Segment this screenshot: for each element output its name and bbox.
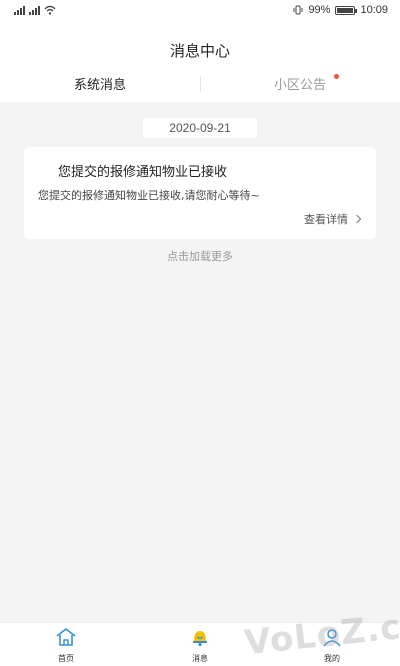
tab-bar: 系统消息 小区公告 [0,74,400,100]
status-bar: 99% 10:09 [0,0,400,22]
message-title: 您提交的报修通知物业已接收 [58,165,228,180]
page-title: 消息中心 [169,42,230,60]
battery-icon [335,5,358,15]
vibrate-icon [293,5,303,15]
bell-icon [193,631,207,647]
view-details-label: 查看详情 [304,213,348,226]
home-icon [56,627,76,646]
header: 消息中心 系统消息 小区公告 [0,22,400,102]
nav-home[interactable]: 首页 [36,627,96,664]
date-badge: 2020-09-21 [143,118,257,138]
signal-icon [29,5,40,15]
battery-percent: 99% [308,4,331,16]
message-body: 您提交的报修通知物业已接收,请您耐心等待~ [38,189,260,202]
nav-messages-label: 消息 [192,654,208,663]
message-card[interactable]: 您提交的报修通知物业已接收 您提交的报修通知物业已接收,请您耐心等待~ 查看详情 [24,147,376,239]
tab-community-notices[interactable]: 小区公告 [200,74,400,93]
signal-icon [14,5,25,15]
signal-indicators [14,5,56,15]
load-more-button[interactable]: 点击加载更多 [0,248,400,264]
unread-dot [334,74,339,79]
nav-messages[interactable]: 消息 [170,627,230,664]
clock: 10:09 [360,4,388,16]
status-right: 99% 10:09 [293,4,388,16]
chevron-right-icon [352,214,362,224]
tab-system-messages[interactable]: 系统消息 [0,74,200,93]
view-details-link[interactable]: 查看详情 [304,211,362,227]
nav-home-label: 首页 [58,654,74,663]
wifi-icon [44,5,56,15]
